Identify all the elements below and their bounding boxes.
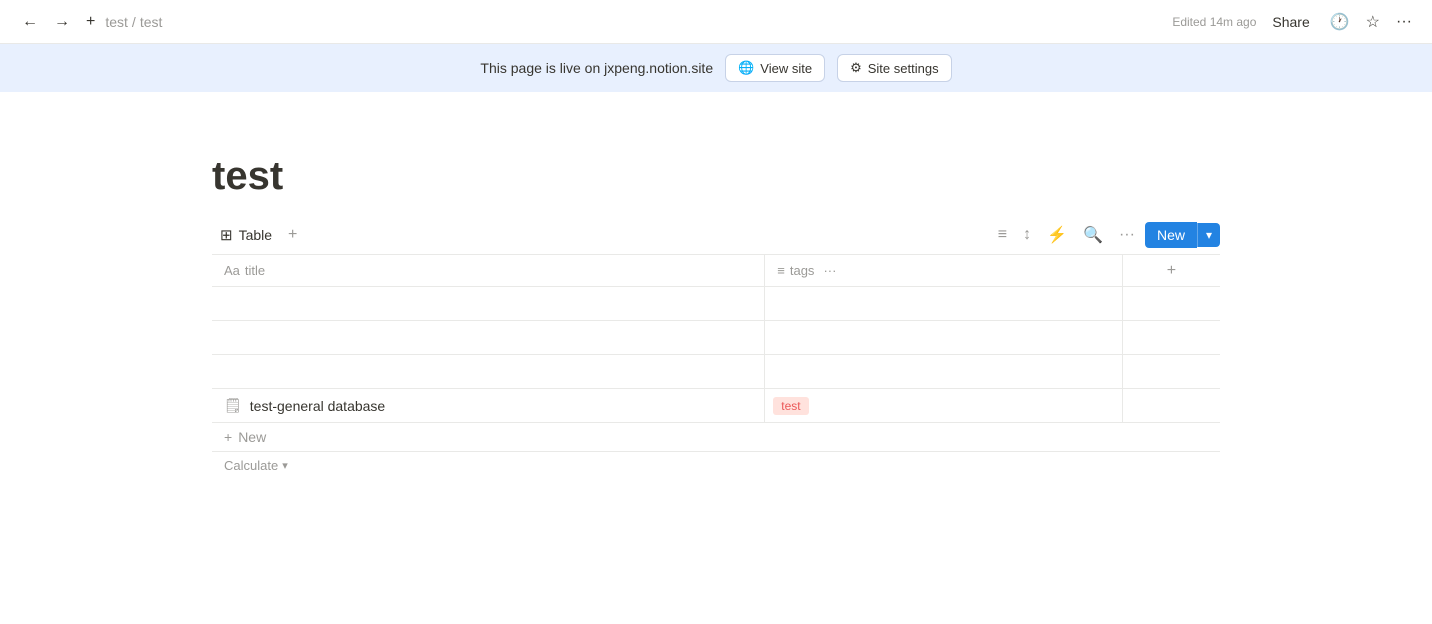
tags-cell-test[interactable]: test (765, 389, 1123, 423)
view-site-button[interactable]: 🌐 View site (725, 54, 825, 82)
extra-cell-empty-1 (1122, 287, 1220, 321)
breadcrumb-item-1[interactable]: test (105, 14, 128, 30)
extra-cell-data (1122, 389, 1220, 423)
table-row (212, 355, 1220, 389)
history-button[interactable]: 🕐 (1326, 8, 1354, 36)
db-toolbar-right: ≡ ↕ ⚡ 🔍 ··· New ▾ (992, 220, 1220, 250)
table: Aa title ≡ tags ··· + (212, 254, 1220, 423)
tag-badge-test[interactable]: test (773, 397, 808, 415)
calculate-label: Calculate (224, 458, 278, 473)
new-record-button[interactable]: New (1145, 222, 1197, 248)
publish-banner: This page is live on jxpeng.notion.site … (0, 44, 1432, 92)
calculate-caret-icon: ▾ (282, 459, 288, 472)
tags-column-header: ≡ tags ··· (765, 255, 1123, 287)
title-column-header: Aa title (212, 255, 765, 287)
site-settings-label: Site settings (868, 61, 939, 76)
search-button[interactable]: 🔍 (1077, 220, 1109, 250)
more-options-button[interactable]: ··· (1392, 9, 1416, 35)
filter-button[interactable]: ≡ (992, 221, 1013, 249)
db-toolbar-left: ⊞ Table + (212, 222, 992, 248)
breadcrumb-separator: / (132, 14, 136, 30)
more-db-options-button[interactable]: ··· (1113, 221, 1141, 249)
add-row-label: New (238, 429, 266, 445)
star-button[interactable]: ☆ (1362, 8, 1384, 36)
row-title-text: test-general database (250, 398, 385, 414)
new-record-caret[interactable]: ▾ (1197, 223, 1220, 247)
automate-button[interactable]: ⚡ (1041, 220, 1073, 250)
tags-cell-empty-3[interactable] (765, 355, 1123, 389)
title-cell-empty-2[interactable] (212, 321, 765, 355)
breadcrumb: test / test (105, 14, 162, 30)
forward-button[interactable]: → (48, 9, 76, 35)
table-row (212, 321, 1220, 355)
table-header-row: Aa title ≡ tags ··· + (212, 255, 1220, 287)
title-col-label: title (245, 263, 265, 278)
tags-cell-empty-1[interactable] (765, 287, 1123, 321)
breadcrumb-item-2[interactable]: test (140, 14, 163, 30)
table-icon: ⊞ (220, 226, 233, 244)
globe-icon: 🌐 (738, 60, 754, 76)
tags-col-icon: ≡ (777, 263, 785, 278)
add-row-plus-icon: + (224, 429, 232, 445)
add-column-header[interactable]: + (1122, 255, 1220, 287)
page-icon: 🗒 (224, 397, 242, 414)
page-title: test (212, 152, 1220, 200)
database-toolbar: ⊞ Table + ≡ ↕ ⚡ 🔍 ··· New ▾ (212, 216, 1220, 254)
tags-col-options-button[interactable]: ··· (819, 261, 840, 280)
calculate-row[interactable]: Calculate ▾ (212, 452, 1220, 479)
nav-right: Edited 14m ago Share 🕐 ☆ ··· (1172, 8, 1416, 36)
table-view-button[interactable]: ⊞ Table (212, 222, 280, 248)
tags-col-label: tags (790, 263, 815, 278)
table-row (212, 287, 1220, 321)
nav-bar: ← → + test / test Edited 14m ago Share 🕐… (0, 0, 1432, 44)
gear-icon: ⚙ (850, 60, 862, 76)
extra-cell-empty-3 (1122, 355, 1220, 389)
edited-timestamp: Edited 14m ago (1172, 15, 1256, 29)
share-button[interactable]: Share (1264, 10, 1317, 34)
table-row: 🗒 test-general database test (212, 389, 1220, 423)
add-column-button[interactable]: + (1167, 262, 1176, 280)
add-view-button[interactable]: + (284, 222, 301, 248)
extra-cell-empty-2 (1122, 321, 1220, 355)
title-cell-empty-1[interactable] (212, 287, 765, 321)
add-row-button[interactable]: + New (212, 423, 1220, 452)
database-table: Aa title ≡ tags ··· + (212, 254, 1220, 479)
title-cell-test-general[interactable]: 🗒 test-general database (212, 389, 765, 423)
new-record-button-group: New ▾ (1145, 222, 1220, 248)
page-content: test ⊞ Table + ≡ ↕ ⚡ 🔍 ··· New ▾ (116, 92, 1316, 479)
back-button[interactable]: ← (16, 9, 44, 35)
tags-cell-empty-2[interactable] (765, 321, 1123, 355)
view-site-label: View site (760, 61, 812, 76)
title-cell-empty-3[interactable] (212, 355, 765, 389)
nav-left: ← → + test / test (16, 9, 162, 35)
table-view-label: Table (239, 227, 272, 243)
new-page-button[interactable]: + (80, 9, 101, 35)
banner-text: This page is live on jxpeng.notion.site (480, 60, 713, 76)
sort-button[interactable]: ↕ (1017, 221, 1037, 249)
title-col-icon: Aa (224, 263, 240, 278)
site-settings-button[interactable]: ⚙ Site settings (837, 54, 951, 82)
